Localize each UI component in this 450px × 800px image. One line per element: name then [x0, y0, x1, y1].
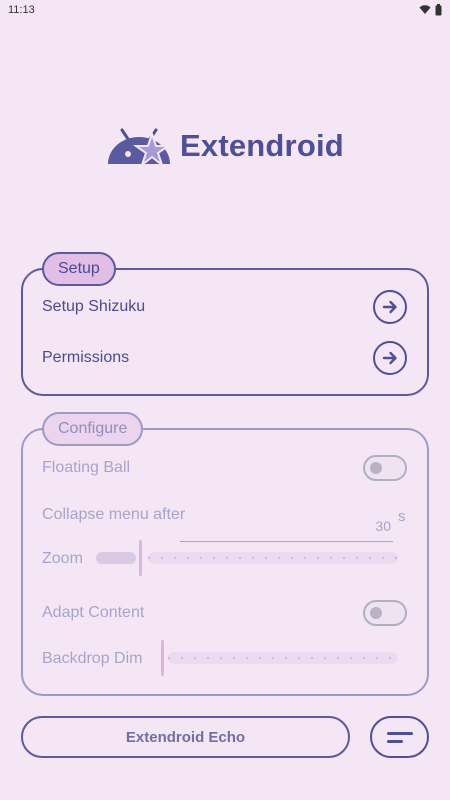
- collapse-menu-value: 30: [375, 518, 391, 534]
- wifi-icon: [419, 5, 431, 14]
- app-title: Extendroid: [180, 128, 344, 163]
- floating-ball-toggle[interactable]: [363, 455, 407, 481]
- collapse-menu-label: Collapse menu after: [42, 506, 186, 523]
- setup-shizuku-arrow-icon[interactable]: [373, 290, 407, 324]
- menu-icon: [386, 731, 413, 735]
- floating-ball-label: Floating Ball: [42, 459, 131, 476]
- zoom-slider[interactable]: [96, 540, 398, 576]
- backdrop-dim-slider-track: [168, 652, 398, 664]
- adapt-content-label: Adapt Content: [42, 604, 145, 621]
- setup-legend: Setup: [42, 252, 116, 286]
- battery-icon: [435, 4, 442, 16]
- backdrop-dim-label: Backdrop Dim: [42, 650, 143, 667]
- status-bar: 11:13: [0, 0, 450, 20]
- zoom-slider-thumb[interactable]: [139, 540, 142, 576]
- floating-ball-row: Floating Ball: [42, 455, 407, 481]
- menu-button[interactable]: [370, 716, 429, 758]
- app-logo: Extendroid: [106, 124, 344, 168]
- setup-shizuku-label: Setup Shizuku: [42, 298, 146, 315]
- status-icons: [419, 4, 442, 16]
- extendroid-echo-button[interactable]: Extendroid Echo: [21, 716, 350, 758]
- setup-shizuku-row[interactable]: Setup Shizuku: [42, 290, 407, 324]
- setup-card: Setup Setup Shizuku Permissions: [21, 252, 429, 396]
- zoom-slider-active: [96, 552, 136, 564]
- backdrop-dim-slider-thumb[interactable]: [161, 640, 164, 676]
- permissions-arrow-icon[interactable]: [373, 341, 407, 375]
- status-time: 11:13: [8, 4, 35, 16]
- collapse-menu-unit: s: [398, 508, 406, 525]
- zoom-label: Zoom: [42, 550, 83, 567]
- backdrop-dim-slider[interactable]: [160, 640, 398, 676]
- permissions-row[interactable]: Permissions: [42, 341, 407, 375]
- collapse-menu-input[interactable]: 30: [180, 518, 393, 542]
- permissions-label: Permissions: [42, 349, 130, 366]
- adapt-content-row: Adapt Content: [42, 600, 407, 626]
- zoom-slider-track: [148, 552, 398, 564]
- configure-legend: Configure: [42, 412, 144, 446]
- adapt-content-toggle[interactable]: [363, 600, 407, 626]
- android-star-logo-icon: [108, 128, 172, 168]
